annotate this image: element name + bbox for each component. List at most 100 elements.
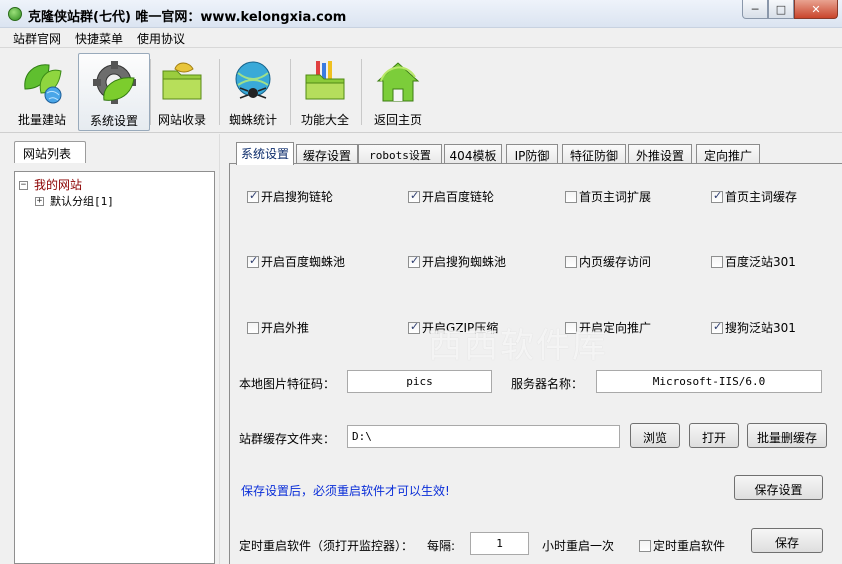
- menu-quick[interactable]: 快捷菜单: [68, 28, 130, 47]
- batch-build-button[interactable]: 批量建站: [6, 53, 78, 131]
- gear-leaf-icon: [93, 61, 136, 104]
- checkbox-label: 开启搜狗蜘蛛池: [422, 255, 507, 269]
- checkbox-label: 内页缓存访问: [579, 255, 652, 269]
- checkbox-inner-page-cache[interactable]: 内页缓存访问: [565, 253, 651, 270]
- checkbox-label: 首页主词扩展: [579, 190, 652, 204]
- tab-robots-settings[interactable]: robots设置: [358, 144, 442, 164]
- checkbox-label: 百度泛站301: [725, 255, 796, 269]
- checkbox-scheduled-restart[interactable]: 定时重启软件: [639, 537, 725, 554]
- tab-site-list[interactable]: 网站列表: [14, 141, 86, 163]
- tab-system-settings[interactable]: 系统设置: [236, 142, 294, 165]
- checkbox-gzip[interactable]: 开启GZIP压缩: [408, 319, 498, 336]
- checkbox-box[interactable]: [711, 189, 723, 203]
- checkbox-baidu-link-wheel[interactable]: 开启百度链轮: [408, 188, 494, 205]
- checkbox-box[interactable]: [247, 254, 259, 268]
- folder-leaf-icon: [162, 62, 202, 100]
- interval-hours-input[interactable]: 1: [470, 532, 529, 555]
- tab-push-settings[interactable]: 外推设置: [628, 144, 692, 164]
- checkbox-homepage-keyword-expand[interactable]: 首页主词扩展: [565, 188, 651, 205]
- checkbox-box[interactable]: [247, 189, 259, 203]
- leaf-globe-icon: [24, 64, 62, 104]
- checkbox-box[interactable]: [247, 321, 259, 334]
- checkbox-box[interactable]: [408, 254, 420, 268]
- close-button[interactable]: ✕: [794, 0, 838, 19]
- tool-label: 批量建站: [17, 113, 66, 127]
- checkbox-sogou-link-wheel[interactable]: 开启搜狗链轮: [247, 188, 333, 205]
- checkbox-box[interactable]: [711, 255, 723, 268]
- scheduled-restart-label: 定时重启软件（须打开监控器）：: [239, 539, 414, 553]
- checkbox-sogou-spider-pool[interactable]: 开启搜狗蜘蛛池: [408, 253, 506, 270]
- checkbox-homepage-keyword-cache[interactable]: 首页主词缓存: [711, 188, 797, 205]
- tool-label: 网站收录: [157, 113, 206, 127]
- site-tree: − 我的网站 + 默认分组[1]: [14, 171, 215, 564]
- save-button[interactable]: 保存: [751, 528, 823, 553]
- image-code-input[interactable]: pics: [347, 370, 492, 393]
- title-bar: 克隆侠站群(七代) 唯一官网：www.kelongxia.com ─ □ ✕: [0, 0, 842, 28]
- home-button[interactable]: 返回主页: [362, 53, 434, 131]
- tree-node-root[interactable]: − 我的网站: [19, 176, 82, 193]
- features-button[interactable]: 功能大全: [289, 53, 361, 131]
- tab-ip-defense[interactable]: IP防御: [506, 144, 558, 164]
- minimize-button[interactable]: ─: [742, 0, 768, 19]
- save-settings-button[interactable]: 保存设置: [734, 475, 823, 500]
- checkbox-external-push[interactable]: 开启外推: [247, 319, 309, 336]
- checkbox-targeted-promotion[interactable]: 开启定向推广: [565, 319, 651, 336]
- tab-404-template[interactable]: 404模板: [444, 144, 502, 164]
- restart-notice: 保存设置后，必须重启软件才可以生效!: [241, 484, 450, 498]
- checkbox-box[interactable]: [565, 190, 577, 203]
- tab-feature-defense[interactable]: 特征防御: [562, 144, 626, 164]
- checkbox-label: 开启百度蜘蛛池: [261, 255, 346, 269]
- spider-globe-icon: [235, 61, 271, 99]
- checkbox-baidu-wildcard-301[interactable]: 百度泛站301: [711, 253, 796, 270]
- checkbox-box[interactable]: [565, 255, 577, 268]
- tool-label: 功能大全: [300, 113, 349, 127]
- checkbox-label: 开启GZIP压缩: [422, 321, 499, 335]
- app-icon: [8, 7, 22, 21]
- browse-button[interactable]: 浏览: [630, 423, 680, 448]
- server-name-label: 服务器名称：: [511, 377, 584, 391]
- checkbox-label: 搜狗泛站301: [725, 321, 796, 335]
- checkbox-sogou-wildcard-301[interactable]: 搜狗泛站301: [711, 319, 796, 336]
- toolbar: 批量建站 系统设置 网站收录 蜘蛛统计 功能大全 返回主页: [0, 49, 842, 133]
- tab-panel-system-settings: [229, 163, 842, 564]
- checkbox-label: 开启定向推广: [579, 321, 652, 335]
- checkbox-box[interactable]: [408, 320, 420, 334]
- panel-splitter[interactable]: [219, 134, 223, 564]
- spider-stats-button[interactable]: 蜘蛛统计: [217, 53, 289, 131]
- interval-unit-label: 小时重启一次: [542, 539, 615, 553]
- system-settings-button[interactable]: 系统设置: [78, 53, 150, 131]
- home-icon: [376, 62, 420, 102]
- tab-cache-settings[interactable]: 缓存设置: [296, 144, 358, 164]
- server-name-input[interactable]: Microsoft-IIS/6.0: [596, 370, 822, 393]
- folder-pencils-icon: [305, 61, 345, 100]
- checkbox-box[interactable]: [565, 321, 577, 334]
- interval-label: 每隔:: [427, 539, 456, 553]
- tree-node-default-group[interactable]: + 默认分组[1]: [35, 193, 114, 209]
- expand-icon[interactable]: +: [35, 197, 44, 206]
- maximize-button[interactable]: □: [768, 0, 794, 19]
- checkbox-box[interactable]: [639, 539, 651, 552]
- tool-label: 系统设置: [89, 114, 138, 128]
- checkbox-label: 开启搜狗链轮: [261, 190, 334, 204]
- checkbox-label: 开启外推: [261, 321, 310, 335]
- image-code-label: 本地图片特征码：: [239, 377, 336, 391]
- cache-folder-input[interactable]: D:\: [347, 425, 620, 448]
- checkbox-label: 开启百度链轮: [422, 190, 495, 204]
- menu-agreement[interactable]: 使用协议: [130, 28, 192, 47]
- collapse-icon[interactable]: −: [19, 181, 28, 190]
- window-title: 克隆侠站群(七代) 唯一官网：www.kelongxia.com: [28, 10, 347, 25]
- checkbox-box[interactable]: [711, 320, 723, 334]
- open-button[interactable]: 打开: [689, 423, 739, 448]
- checkbox-label: 定时重启软件: [653, 539, 726, 553]
- tree-child-label: 默认分组[1]: [50, 195, 114, 208]
- site-index-button[interactable]: 网站收录: [146, 53, 218, 131]
- cache-folder-label: 站群缓存文件夹：: [239, 432, 336, 446]
- tool-label: 返回主页: [373, 113, 422, 127]
- tool-label: 蜘蛛统计: [228, 113, 277, 127]
- checkbox-baidu-spider-pool[interactable]: 开启百度蜘蛛池: [247, 253, 345, 270]
- batch-delete-cache-button[interactable]: 批量删缓存: [747, 423, 827, 448]
- menu-bar: 站群官网 快捷菜单 使用协议: [0, 28, 842, 48]
- checkbox-box[interactable]: [408, 189, 420, 203]
- menu-site-official[interactable]: 站群官网: [6, 28, 68, 47]
- tab-targeted-promotion[interactable]: 定向推广: [696, 144, 760, 164]
